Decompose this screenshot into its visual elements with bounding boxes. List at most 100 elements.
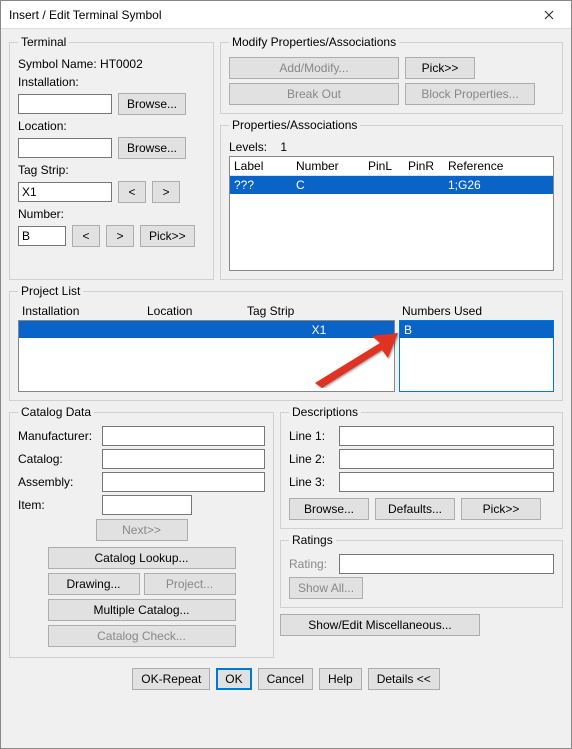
cell-pinr	[404, 176, 444, 194]
pl-col-installation: Installation	[18, 302, 143, 320]
terminal-group: Terminal Symbol Name: HT0002 Installatio…	[9, 35, 214, 280]
installation-browse-button[interactable]: Browse...	[118, 93, 186, 115]
line1-label: Line 1:	[289, 429, 335, 443]
catalog-group: Catalog Data Manufacturer: Catalog: Asse…	[9, 405, 274, 658]
cancel-button[interactable]: Cancel	[258, 668, 313, 690]
tag-strip-prev-button[interactable]: <	[118, 181, 146, 203]
footer-buttons: OK-Repeat OK Cancel Help Details <<	[9, 660, 563, 700]
desc-pick-button[interactable]: Pick>>	[461, 498, 541, 520]
pl-cell-tagstrip: X1	[244, 321, 394, 338]
props-assoc-legend: Properties/Associations	[229, 118, 360, 132]
number-next-button[interactable]: >	[106, 225, 134, 247]
block-properties-button[interactable]: Block Properties...	[405, 83, 535, 105]
desc-defaults-button[interactable]: Defaults...	[375, 498, 455, 520]
close-icon	[544, 10, 554, 20]
pl-col-location: Location	[143, 302, 243, 320]
installation-input[interactable]	[18, 94, 112, 114]
add-modify-button[interactable]: Add/Modify...	[229, 57, 399, 79]
modify-legend: Modify Properties/Associations	[229, 35, 399, 49]
catalog-lookup-button[interactable]: Catalog Lookup...	[48, 547, 236, 569]
cell-label: ???	[230, 176, 292, 194]
catalog-input[interactable]	[102, 449, 265, 469]
ratings-group: Ratings Rating: Show All...	[280, 533, 563, 608]
project-list-legend: Project List	[18, 284, 83, 298]
manufacturer-input[interactable]	[102, 426, 265, 446]
assembly-input[interactable]	[102, 472, 265, 492]
levels-line: Levels: 1	[229, 140, 554, 154]
help-button[interactable]: Help	[319, 668, 362, 690]
location-input[interactable]	[18, 138, 112, 158]
location-label: Location:	[18, 119, 205, 133]
pl-col-tagstrip: Tag Strip	[243, 302, 398, 320]
cell-pinl	[364, 176, 404, 194]
props-table[interactable]: Label Number PinL PinR Reference ??? C 1…	[229, 156, 554, 271]
descriptions-legend: Descriptions	[289, 405, 361, 419]
number-label: Number:	[18, 207, 205, 221]
show-all-button[interactable]: Show All...	[289, 577, 363, 599]
number-pick-button[interactable]: Pick>>	[140, 225, 195, 247]
item-input[interactable]	[102, 495, 192, 515]
rating-label: Rating:	[289, 557, 335, 571]
installation-label: Installation:	[18, 75, 205, 89]
assembly-label: Assembly:	[18, 475, 98, 489]
modify-pick-button[interactable]: Pick>>	[405, 57, 475, 79]
ok-repeat-button[interactable]: OK-Repeat	[132, 668, 210, 690]
pl-cell-installation	[19, 321, 144, 338]
cell-reference: 1;G26	[444, 176, 553, 194]
project-list-group: Project List Installation Location Tag S…	[9, 284, 563, 401]
project-button[interactable]: Project...	[144, 573, 236, 595]
break-out-button[interactable]: Break Out	[229, 83, 399, 105]
multiple-catalog-button[interactable]: Multiple Catalog...	[48, 599, 236, 621]
tag-strip-input[interactable]	[18, 182, 112, 202]
line2-input[interactable]	[339, 449, 554, 469]
item-label: Item:	[18, 498, 98, 512]
project-list-left[interactable]: X1	[18, 320, 395, 392]
props-table-header: Label Number PinL PinR Reference	[230, 157, 553, 176]
props-table-row[interactable]: ??? C 1;G26	[230, 176, 553, 194]
catalog-next-button[interactable]: Next>>	[96, 519, 188, 541]
levels-label: Levels:	[229, 140, 267, 154]
number-input[interactable]	[18, 226, 66, 246]
descriptions-group: Descriptions Line 1: Line 2: Line 3: Bro…	[280, 405, 563, 529]
pl-cell-numbers: B	[400, 321, 553, 338]
modify-group: Modify Properties/Associations Add/Modif…	[220, 35, 563, 114]
col-pinl: PinL	[364, 157, 404, 175]
manufacturer-label: Manufacturer:	[18, 429, 98, 443]
project-list-numbers[interactable]: B	[399, 320, 554, 392]
show-edit-misc-button[interactable]: Show/Edit Miscellaneous...	[280, 614, 480, 636]
close-button[interactable]	[533, 4, 565, 26]
title-bar: Insert / Edit Terminal Symbol	[1, 1, 571, 29]
line3-label: Line 3:	[289, 475, 335, 489]
dialog-window: Insert / Edit Terminal Symbol Terminal S…	[0, 0, 572, 749]
pl-col-numbers: Numbers Used	[398, 302, 554, 320]
rating-input	[339, 554, 554, 574]
col-number: Number	[292, 157, 364, 175]
catalog-legend: Catalog Data	[18, 405, 94, 419]
col-reference: Reference	[444, 157, 553, 175]
symbol-name-line: Symbol Name: HT0002	[18, 57, 205, 71]
window-title: Insert / Edit Terminal Symbol	[9, 8, 533, 22]
symbol-name-value: HT0002	[100, 57, 143, 71]
ratings-legend: Ratings	[289, 533, 336, 547]
pl-cell-location	[144, 321, 244, 338]
ok-button[interactable]: OK	[216, 668, 251, 690]
tag-strip-next-button[interactable]: >	[152, 181, 180, 203]
catalog-check-button[interactable]: Catalog Check...	[48, 625, 236, 647]
symbol-name-label: Symbol Name:	[18, 57, 97, 71]
col-pinr: PinR	[404, 157, 444, 175]
catalog-label: Catalog:	[18, 452, 98, 466]
location-browse-button[interactable]: Browse...	[118, 137, 186, 159]
drawing-button[interactable]: Drawing...	[48, 573, 140, 595]
details-button[interactable]: Details <<	[368, 668, 440, 690]
props-assoc-group: Properties/Associations Levels: 1 Label …	[220, 118, 563, 280]
levels-value: 1	[280, 140, 287, 154]
line1-input[interactable]	[339, 426, 554, 446]
line3-input[interactable]	[339, 472, 554, 492]
tag-strip-label: Tag Strip:	[18, 163, 205, 177]
terminal-legend: Terminal	[18, 35, 69, 49]
col-label: Label	[230, 157, 292, 175]
number-prev-button[interactable]: <	[72, 225, 100, 247]
cell-number: C	[292, 176, 364, 194]
line2-label: Line 2:	[289, 452, 335, 466]
desc-browse-button[interactable]: Browse...	[289, 498, 369, 520]
